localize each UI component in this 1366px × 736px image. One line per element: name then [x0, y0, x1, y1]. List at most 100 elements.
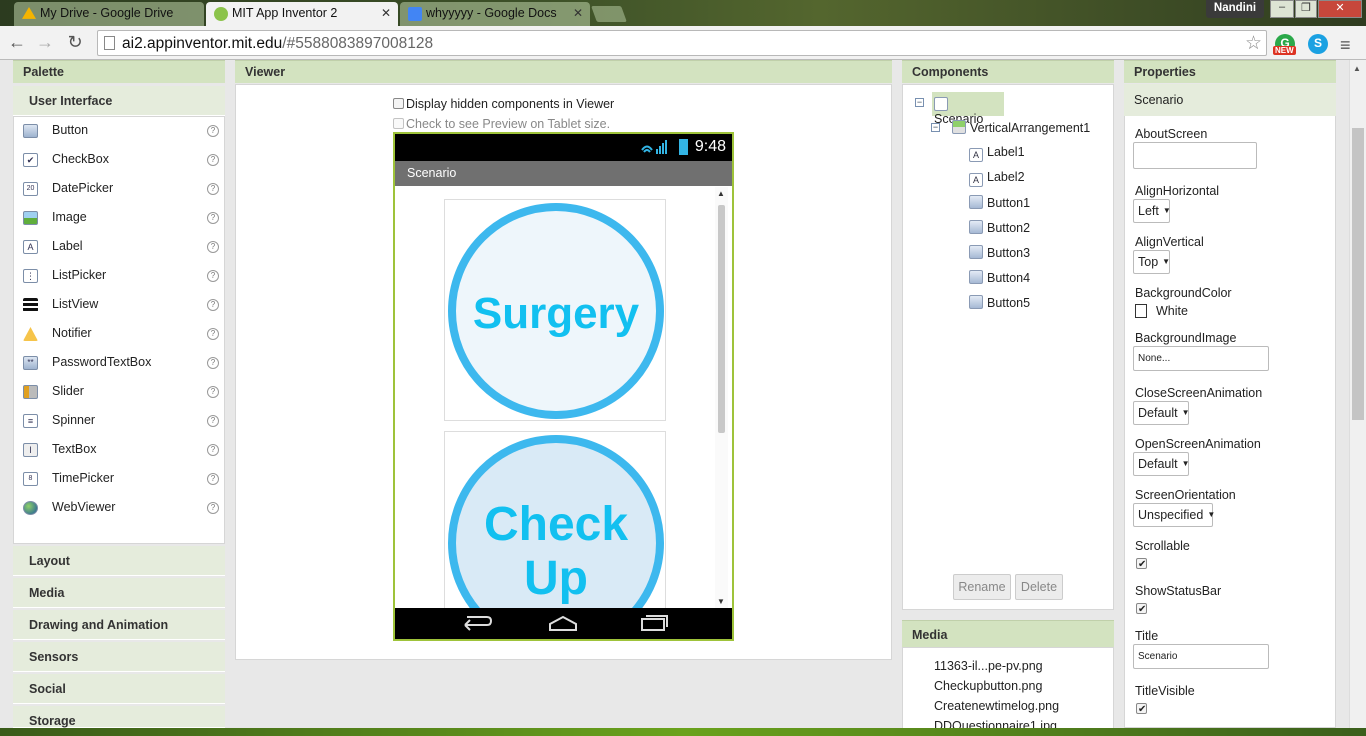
- backgroundcolor-value[interactable]: White: [1156, 304, 1188, 318]
- openscreenanimation-select[interactable]: Default ▼: [1133, 452, 1190, 476]
- help-icon[interactable]: ?: [207, 415, 219, 427]
- titlevisible-checkbox[interactable]: [1136, 703, 1147, 714]
- tree-node-label2[interactable]: A Label2: [969, 170, 1025, 190]
- category-drawing-and-animation[interactable]: Drawing and Animation: [13, 610, 225, 640]
- scroll-up-icon[interactable]: ▲: [1353, 64, 1361, 73]
- home-nav-icon[interactable]: [549, 615, 577, 631]
- help-icon[interactable]: ?: [207, 502, 219, 514]
- help-icon[interactable]: ?: [207, 299, 219, 311]
- help-icon[interactable]: ?: [207, 212, 219, 224]
- scroll-up-icon[interactable]: ▲: [717, 189, 725, 198]
- back-nav-icon[interactable]: [464, 616, 493, 631]
- palette-item-passwordtextbox[interactable]: ** PasswordTextBox ?: [14, 349, 224, 378]
- category-sensors[interactable]: Sensors: [13, 642, 225, 672]
- display-hidden-checkbox[interactable]: Display hidden components in Viewer: [393, 97, 614, 111]
- scroll-thumb[interactable]: [718, 205, 725, 433]
- surgery-button[interactable]: Surgery: [444, 199, 666, 421]
- alignhorizontal-select[interactable]: Left ▼: [1133, 199, 1171, 223]
- media-file[interactable]: Checkupbutton.png: [934, 679, 1042, 693]
- title-input[interactable]: Scenario: [1133, 644, 1269, 669]
- tree-node-button3[interactable]: Button3: [969, 245, 1030, 265]
- tablet-preview-checkbox[interactable]: Check to see Preview on Tablet size.: [393, 117, 610, 131]
- palette-item-button[interactable]: Button ?: [14, 117, 224, 146]
- palette-item-listview[interactable]: ListView ?: [14, 291, 224, 320]
- bookmark-star-icon[interactable]: ☆: [1245, 32, 1262, 55]
- help-icon[interactable]: ?: [207, 241, 219, 253]
- tree-node-button5[interactable]: Button5: [969, 295, 1030, 315]
- recents-nav-icon[interactable]: [641, 618, 665, 631]
- help-icon[interactable]: ?: [207, 154, 219, 166]
- category-layout[interactable]: Layout: [13, 546, 225, 576]
- reload-icon[interactable]: ↻: [64, 32, 86, 53]
- media-file[interactable]: DDQuestionnaire1.jpg: [934, 719, 1057, 728]
- tree-node-button1[interactable]: Button1: [969, 195, 1030, 215]
- category-user-interface[interactable]: User Interface: [13, 86, 225, 116]
- tab-google-drive[interactable]: My Drive - Google Drive: [14, 2, 204, 26]
- minimize-button[interactable]: –: [1270, 0, 1294, 18]
- tree-node-scenario[interactable]: Scenario: [932, 92, 1004, 126]
- dropdown-caret-icon: ▼: [1162, 257, 1171, 266]
- media-file[interactable]: Createnewtimelog.png: [934, 699, 1059, 713]
- browser-user[interactable]: Nandini: [1206, 0, 1264, 18]
- phone-scrollbar[interactable]: ▲ ▼: [715, 187, 728, 608]
- palette-item-webviewer[interactable]: WebViewer ?: [14, 494, 224, 523]
- closescreenanimation-select[interactable]: Default ▼: [1133, 401, 1190, 425]
- checkbox[interactable]: [393, 118, 404, 129]
- category-social[interactable]: Social: [13, 674, 225, 704]
- tab-google-docs[interactable]: whyyyyy - Google Docs ✕: [400, 2, 590, 26]
- maximize-button[interactable]: ❐: [1295, 0, 1317, 18]
- palette-item-notifier[interactable]: Notifier ?: [14, 320, 224, 349]
- back-icon[interactable]: ←: [6, 32, 28, 53]
- palette-item-datepicker[interactable]: 20 DatePicker ?: [14, 175, 224, 204]
- tree-node-verticalarrangement1[interactable]: VerticalArrangement1: [952, 120, 1090, 140]
- window-close-button[interactable]: ✕: [1318, 0, 1362, 18]
- category-storage[interactable]: Storage: [13, 706, 225, 728]
- palette-item-image[interactable]: Image ?: [14, 204, 224, 233]
- help-icon[interactable]: ?: [207, 444, 219, 456]
- delete-button[interactable]: Delete: [1015, 574, 1063, 600]
- extension-new-icon[interactable]: G NEW: [1273, 34, 1296, 55]
- address-bar[interactable]: ai2.appinventor.mit.edu/#558808389700812…: [97, 30, 1267, 56]
- forward-icon[interactable]: →: [34, 32, 56, 53]
- help-icon[interactable]: ?: [207, 386, 219, 398]
- skype-icon[interactable]: S: [1308, 34, 1328, 54]
- palette-item-textbox[interactable]: I TextBox ?: [14, 436, 224, 465]
- screenorientation-select[interactable]: Unspecified ▼: [1133, 503, 1215, 527]
- tree-node-label1[interactable]: A Label1: [969, 145, 1025, 165]
- palette-item-checkbox[interactable]: ✔ CheckBox ?: [14, 146, 224, 175]
- page-scrollbar[interactable]: ▲: [1349, 60, 1366, 736]
- scrollable-checkbox[interactable]: [1136, 558, 1147, 569]
- help-icon[interactable]: ?: [207, 473, 219, 485]
- help-icon[interactable]: ?: [207, 125, 219, 137]
- aboutscreen-input[interactable]: [1133, 142, 1257, 169]
- palette-item-timepicker[interactable]: 8 TimePicker ?: [14, 465, 224, 494]
- palette-item-label[interactable]: A Label ?: [14, 233, 224, 262]
- close-icon[interactable]: ✕: [381, 6, 391, 20]
- color-swatch[interactable]: [1135, 304, 1147, 318]
- backgroundimage-picker[interactable]: None...: [1133, 346, 1269, 371]
- checkbox[interactable]: [393, 98, 404, 109]
- alignvertical-select[interactable]: Top ▼: [1133, 250, 1170, 274]
- media-file[interactable]: 11363-il...pe-pv.png: [934, 659, 1043, 673]
- palette-item-spinner[interactable]: ≡ Spinner ?: [14, 407, 224, 436]
- help-icon[interactable]: ?: [207, 183, 219, 195]
- category-media[interactable]: Media: [13, 578, 225, 608]
- help-icon[interactable]: ?: [207, 357, 219, 369]
- browser-menu-icon[interactable]: ≡: [1340, 35, 1351, 56]
- palette-item-slider[interactable]: Slider ?: [14, 378, 224, 407]
- tab-app-inventor[interactable]: MIT App Inventor 2 ✕: [206, 2, 398, 26]
- new-tab-button[interactable]: [591, 6, 627, 22]
- tree-node-button4[interactable]: Button4: [969, 270, 1030, 290]
- collapse-icon[interactable]: −: [915, 98, 924, 107]
- scroll-down-icon[interactable]: ▼: [717, 597, 725, 606]
- page-scroll-thumb[interactable]: [1352, 128, 1364, 420]
- help-icon[interactable]: ?: [207, 270, 219, 282]
- collapse-icon[interactable]: −: [931, 123, 940, 132]
- close-icon[interactable]: ✕: [573, 6, 583, 20]
- showstatusbar-checkbox[interactable]: [1136, 603, 1147, 614]
- checkup-button[interactable]: Check Up: [444, 431, 666, 608]
- tree-node-button2[interactable]: Button2: [969, 220, 1030, 240]
- rename-button[interactable]: Rename: [953, 574, 1011, 600]
- palette-item-listpicker[interactable]: ⋮ ListPicker ?: [14, 262, 224, 291]
- help-icon[interactable]: ?: [207, 328, 219, 340]
